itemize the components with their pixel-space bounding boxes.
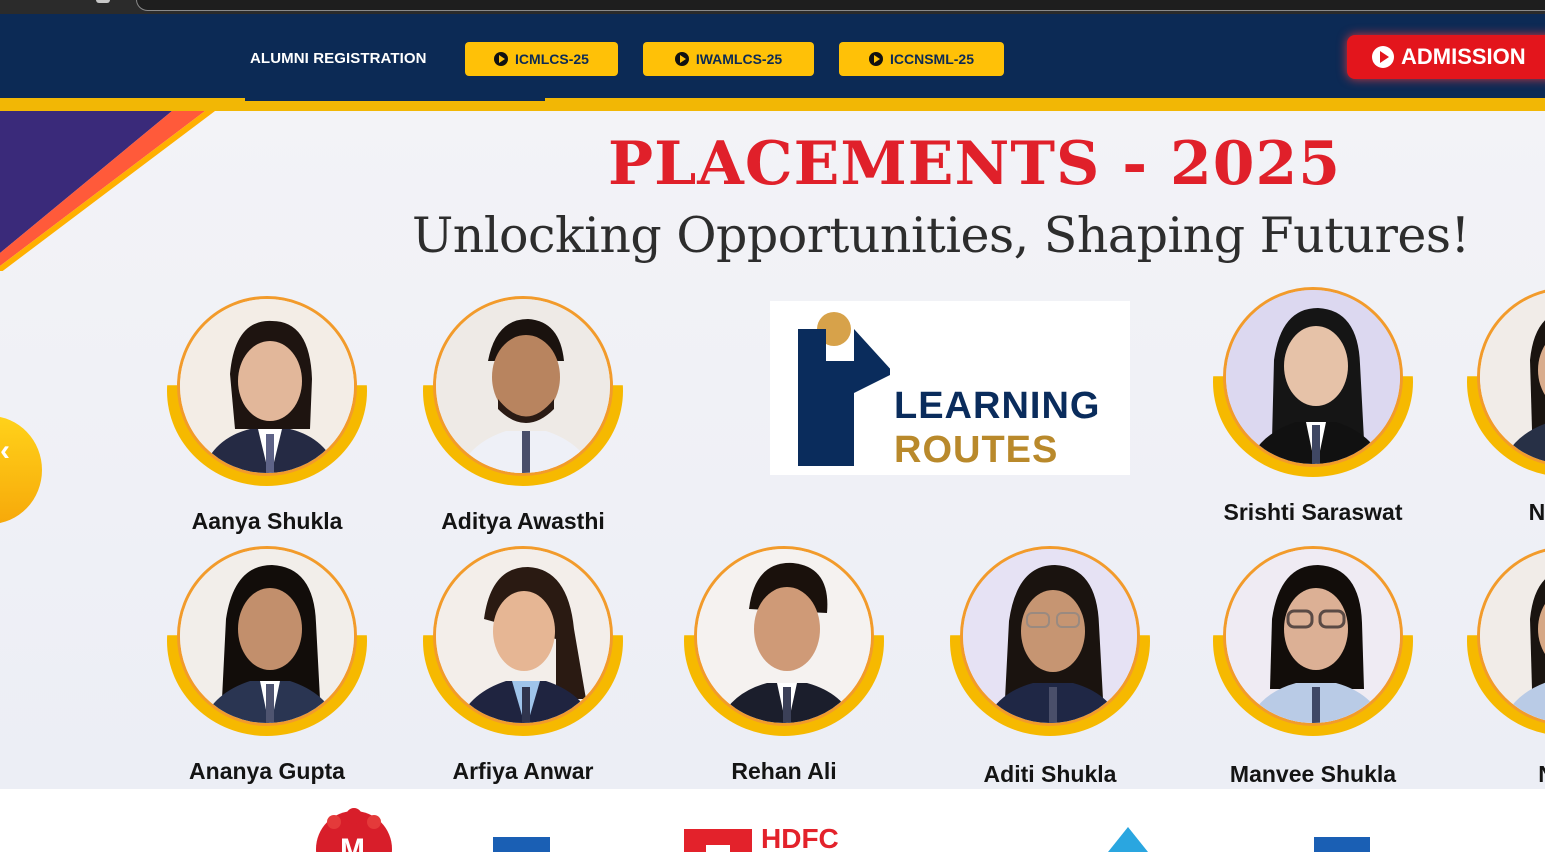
corner-decoration xyxy=(0,111,215,271)
student-name: Aditi Shukla xyxy=(983,761,1117,787)
student-photo-frame xyxy=(423,296,623,491)
student-photo xyxy=(433,296,613,476)
student-name: Arfiya Anwar xyxy=(452,758,594,784)
student-photo xyxy=(177,546,357,726)
student-card: Nidhi xyxy=(1462,546,1545,788)
iccnsml-button[interactable]: ICCNSML-25 xyxy=(839,42,1004,76)
student-card: Arfiya Anwar xyxy=(418,546,628,785)
alumni-registration-link[interactable]: ALUMNI REGISTRATION xyxy=(250,50,427,67)
recruiter-logo-hdfc-icon xyxy=(684,829,752,852)
arrow-circle-icon xyxy=(494,52,509,66)
student-name: Nainsh xyxy=(1528,499,1545,525)
student-name: Nidhi xyxy=(1462,761,1545,788)
student-photo-frame xyxy=(1467,287,1545,482)
student-name: Rehan Ali xyxy=(731,758,837,784)
navbar-active-indicator xyxy=(245,98,545,101)
student-card: Aditya Awasthi xyxy=(418,296,628,535)
student-photo xyxy=(1223,546,1403,726)
admission-label: ADMISSION xyxy=(1401,44,1526,69)
student-card: Manvee Shukla xyxy=(1208,546,1418,788)
student-photo-frame xyxy=(684,546,884,741)
navbar-accent-bar xyxy=(0,98,1545,111)
recruiter-logo-muthoot-icon: M xyxy=(316,808,392,852)
svg-text:M: M xyxy=(340,833,365,852)
recruiter-logo-triangle-icon xyxy=(1108,827,1148,852)
student-name: Srishti Saraswat xyxy=(1223,499,1403,525)
student-card: Ananya Gupta xyxy=(162,546,372,785)
banner-title: PLACEMENTS - 2025 xyxy=(608,129,1341,199)
iwamlcs-button[interactable]: IWAMLCS-25 xyxy=(643,42,814,76)
hdfc-logo-text: HDFC xyxy=(761,823,839,852)
admission-button[interactable]: ADMISSION xyxy=(1347,35,1545,79)
student-photo xyxy=(177,296,357,476)
address-field[interactable] xyxy=(136,0,1545,11)
student-name: Aditya Awasthi xyxy=(441,508,605,534)
student-photo-frame xyxy=(950,546,1150,741)
student-photo-frame xyxy=(1213,546,1413,741)
browser-icon xyxy=(96,0,110,3)
student-photo xyxy=(433,546,613,726)
browser-address-bar xyxy=(0,0,1545,14)
banner-subtitle: Unlocking Opportunities, Shaping Futures… xyxy=(412,207,1470,264)
recruiter-logo-blue-icon xyxy=(493,837,550,852)
recruiter-logos-strip: M HDFC xyxy=(0,789,1545,852)
icmlcs-label: ICMLCS-25 xyxy=(515,51,589,67)
carousel-prev-icon[interactable] xyxy=(0,416,42,524)
student-photo xyxy=(1223,287,1403,467)
student-photo-frame xyxy=(1213,287,1413,482)
iccnsml-label: ICCNSML-25 xyxy=(889,51,974,67)
recruiter-logo-blue-2-icon xyxy=(1314,837,1370,852)
student-name: Aanya Shukla xyxy=(191,508,343,534)
student-card: Srishti Saraswat xyxy=(1208,287,1418,526)
student-photo-frame xyxy=(167,546,367,741)
page-root: ALUMNI REGISTRATION ICMLCS-25 IWAMLCS-25… xyxy=(0,0,1545,852)
arrow-circle-icon xyxy=(868,52,883,66)
student-card: Aditi Shukla xyxy=(945,546,1155,788)
logo-line-2: ROUTES xyxy=(894,429,1059,471)
student-card: Aanya Shukla xyxy=(162,296,372,535)
iwamlcs-label: IWAMLCS-25 xyxy=(695,51,783,67)
student-card: Rehan Ali xyxy=(679,546,889,785)
student-name: Manvee Shukla xyxy=(1229,761,1397,787)
arrow-circle-icon xyxy=(674,52,689,66)
student-photo-frame xyxy=(167,296,367,491)
learning-routes-logo: LEARNING ROUTES xyxy=(770,301,1130,475)
student-photo xyxy=(960,546,1140,726)
student-photo xyxy=(694,546,874,726)
placements-banner[interactable]: PLACEMENTS - 2025 Unlocking Opportunitie… xyxy=(0,111,1545,789)
icmlcs-button[interactable]: ICMLCS-25 xyxy=(465,42,618,76)
student-name: Ananya Gupta xyxy=(189,758,345,784)
logo-line-1: LEARNING xyxy=(894,385,1101,427)
arrow-circle-icon xyxy=(1372,46,1394,68)
student-card: Nainsh xyxy=(1462,287,1545,526)
student-photo-frame xyxy=(1467,546,1545,741)
student-photo-frame xyxy=(423,546,623,741)
